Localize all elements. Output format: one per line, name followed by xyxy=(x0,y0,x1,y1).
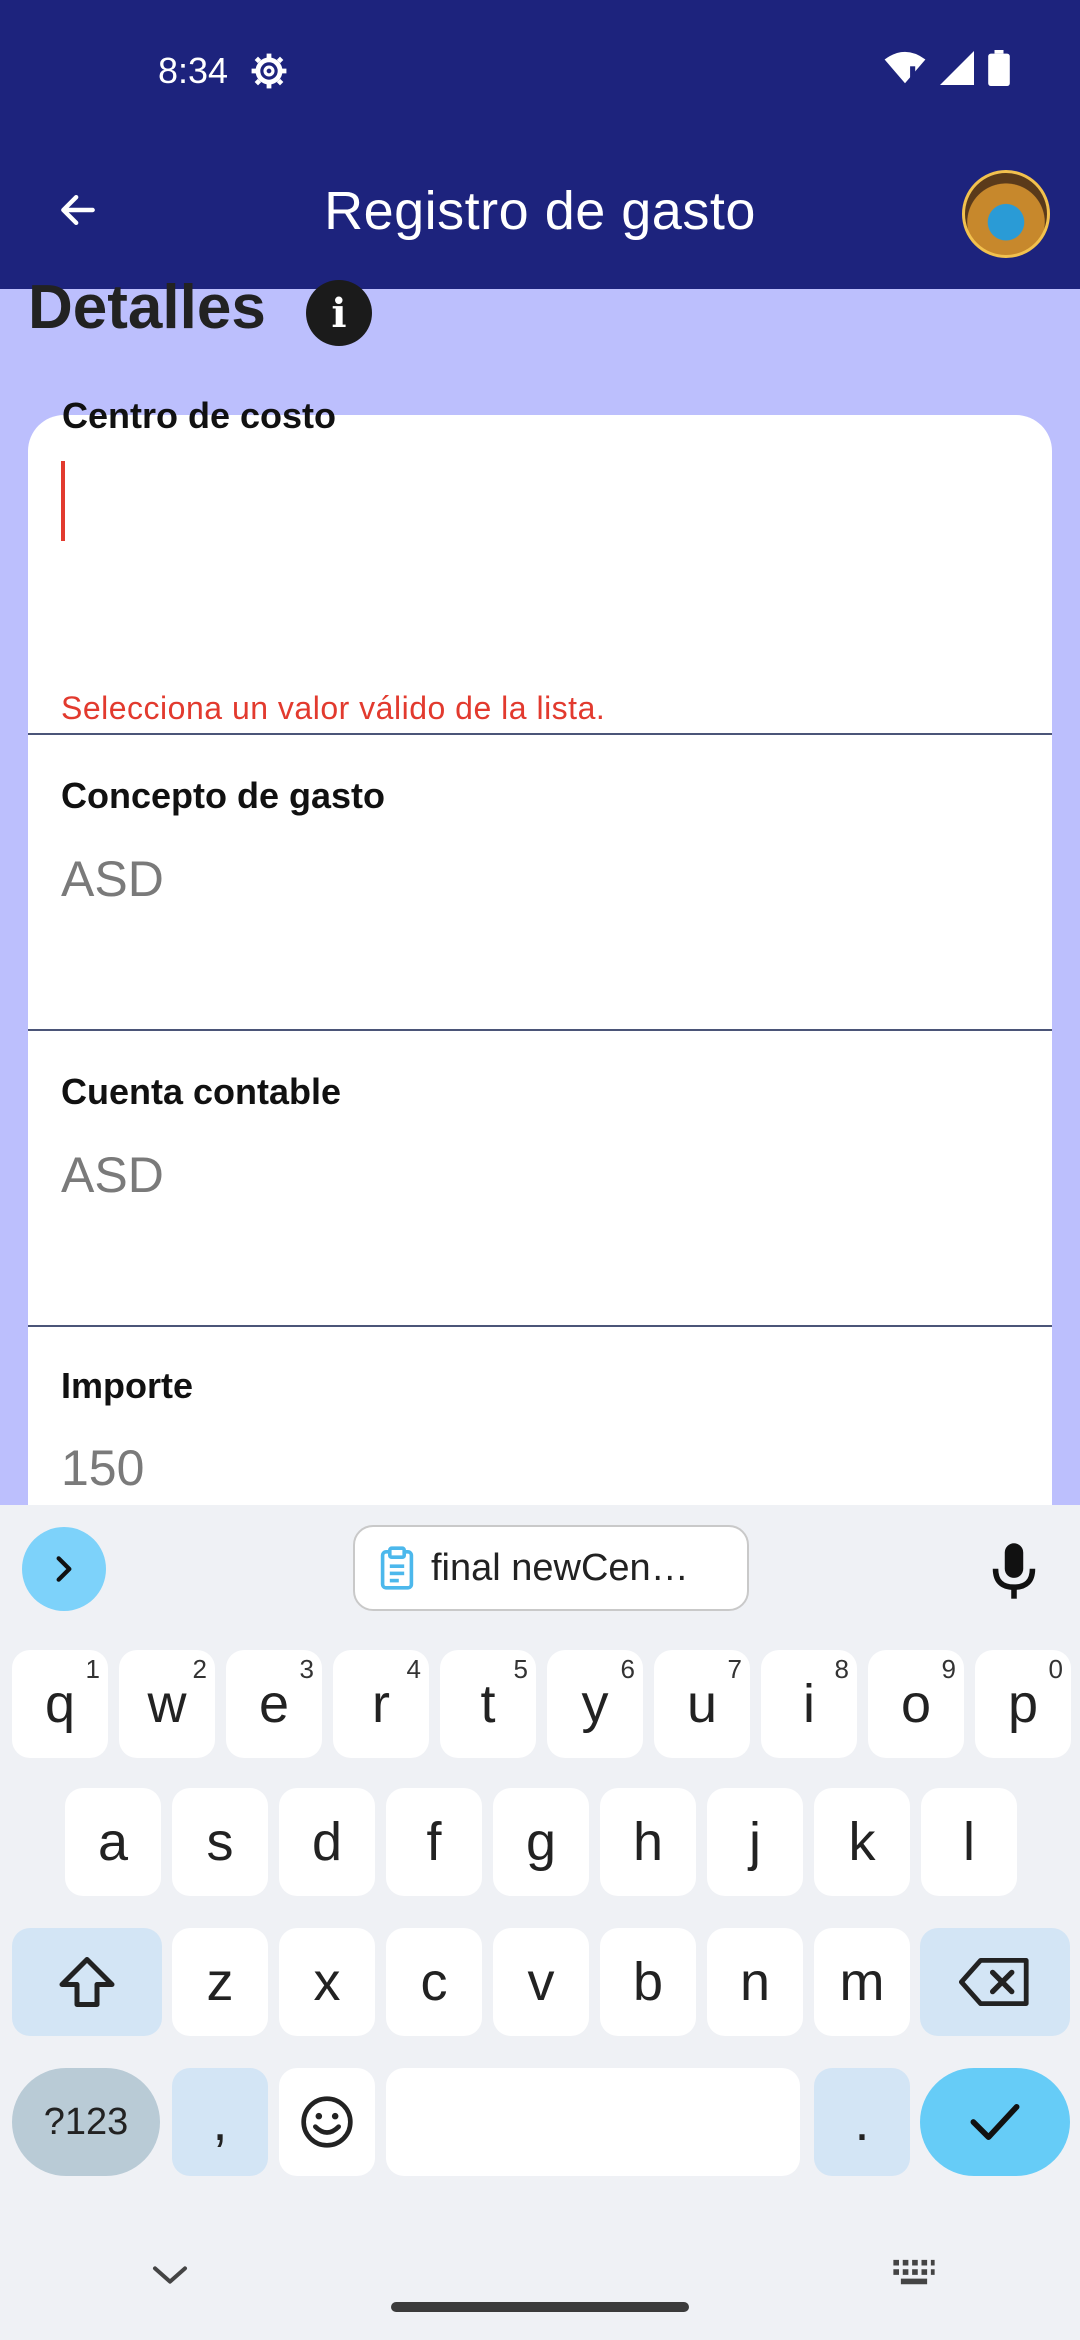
field-amount[interactable]: Importe 150 xyxy=(28,1327,1052,1515)
microphone-icon[interactable] xyxy=(990,1541,1038,1601)
shift-arrow-icon xyxy=(59,1957,115,2007)
soft-keyboard: final newCen… q1 w2 e3 r4 t5 y6 u7 i8 o9… xyxy=(0,1505,1080,2340)
key-x[interactable]: x xyxy=(279,1928,375,2036)
wifi-icon xyxy=(884,51,926,84)
key-t[interactable]: t5 xyxy=(440,1650,536,1758)
key-q[interactable]: q1 xyxy=(12,1650,108,1758)
avatar[interactable] xyxy=(962,170,1050,258)
key-e[interactable]: e3 xyxy=(226,1650,322,1758)
key-v[interactable]: v xyxy=(493,1928,589,2036)
field-account[interactable]: Cuenta contable ASD xyxy=(28,1031,1052,1327)
key-l[interactable]: l xyxy=(921,1788,1017,1896)
key-f[interactable]: f xyxy=(386,1788,482,1896)
section-heading: Detalles xyxy=(28,273,266,342)
cost-center-error: Selecciona un valor válido de la lista. xyxy=(61,690,606,726)
expense-concept-value: ASD xyxy=(61,851,164,907)
shift-key[interactable] xyxy=(12,1928,162,2036)
clipboard-suggestion-text: final newCen… xyxy=(431,1546,689,1589)
home-indicator[interactable] xyxy=(391,2302,689,2312)
key-d[interactable]: d xyxy=(279,1788,375,1896)
chevron-right-icon xyxy=(56,1556,72,1582)
key-u[interactable]: u7 xyxy=(654,1650,750,1758)
key-j[interactable]: j xyxy=(707,1788,803,1896)
key-w[interactable]: w2 xyxy=(119,1650,215,1758)
app-bar: 8:34 Registro de gasto xyxy=(0,0,1080,289)
key-p[interactable]: p0 xyxy=(975,1650,1071,1758)
emoji-key[interactable] xyxy=(279,2068,375,2176)
key-c[interactable]: c xyxy=(386,1928,482,2036)
signal-icon xyxy=(940,51,974,85)
clipboard-suggestion-chip[interactable]: final newCen… xyxy=(353,1525,749,1611)
key-y[interactable]: y6 xyxy=(547,1650,643,1758)
key-g[interactable]: g xyxy=(493,1788,589,1896)
info-icon[interactable]: i xyxy=(306,280,372,346)
form-card: Selecciona un valor válido de la lista. … xyxy=(28,415,1052,1515)
field-expense-concept[interactable]: Concepto de gasto ASD xyxy=(28,735,1052,1031)
key-k[interactable]: k xyxy=(814,1788,910,1896)
emoji-icon xyxy=(301,2096,353,2148)
status-time: 8:34 xyxy=(158,50,229,91)
amount-label: Importe xyxy=(61,1365,194,1406)
expense-concept-label: Concepto de gasto xyxy=(61,775,386,816)
hide-keyboard-chevron-icon[interactable] xyxy=(150,2260,190,2290)
key-m[interactable]: m xyxy=(814,1928,910,2036)
battery-icon xyxy=(988,50,1010,86)
text-cursor xyxy=(61,461,65,541)
keyboard-switch-icon[interactable] xyxy=(890,2258,938,2288)
keyboard-toolbar: final newCen… xyxy=(0,1505,1080,1625)
account-label: Cuenta contable xyxy=(61,1071,342,1112)
symbols-key[interactable]: ?123 xyxy=(12,2068,160,2176)
amount-value: 150 xyxy=(61,1440,145,1496)
enter-key[interactable] xyxy=(920,2068,1070,2176)
key-i[interactable]: i8 xyxy=(761,1650,857,1758)
backspace-icon xyxy=(959,1958,1029,2006)
clipboard-icon xyxy=(380,1546,414,1590)
space-key[interactable] xyxy=(386,2068,800,2176)
key-z[interactable]: z xyxy=(172,1928,268,2036)
comma-key[interactable]: , xyxy=(172,2068,268,2176)
account-value: ASD xyxy=(61,1147,164,1203)
key-a[interactable]: a xyxy=(65,1788,161,1896)
checkmark-icon xyxy=(970,2104,1020,2140)
key-r[interactable]: r4 xyxy=(333,1650,429,1758)
cost-center-label: Centro de costo xyxy=(62,395,337,436)
page-title: Registro de gasto xyxy=(324,181,756,241)
key-s[interactable]: s xyxy=(172,1788,268,1896)
key-o[interactable]: o9 xyxy=(868,1650,964,1758)
field-cost-center[interactable]: Selecciona un valor válido de la lista. xyxy=(28,415,1052,735)
key-b[interactable]: b xyxy=(600,1928,696,2036)
status-icons xyxy=(884,50,1010,86)
backspace-key[interactable] xyxy=(920,1928,1070,2036)
keyboard-expand-button[interactable] xyxy=(22,1527,106,1611)
settings-gear-icon xyxy=(251,53,287,89)
key-h[interactable]: h xyxy=(600,1788,696,1896)
period-key[interactable]: . xyxy=(814,2068,910,2176)
key-n[interactable]: n xyxy=(707,1928,803,2036)
